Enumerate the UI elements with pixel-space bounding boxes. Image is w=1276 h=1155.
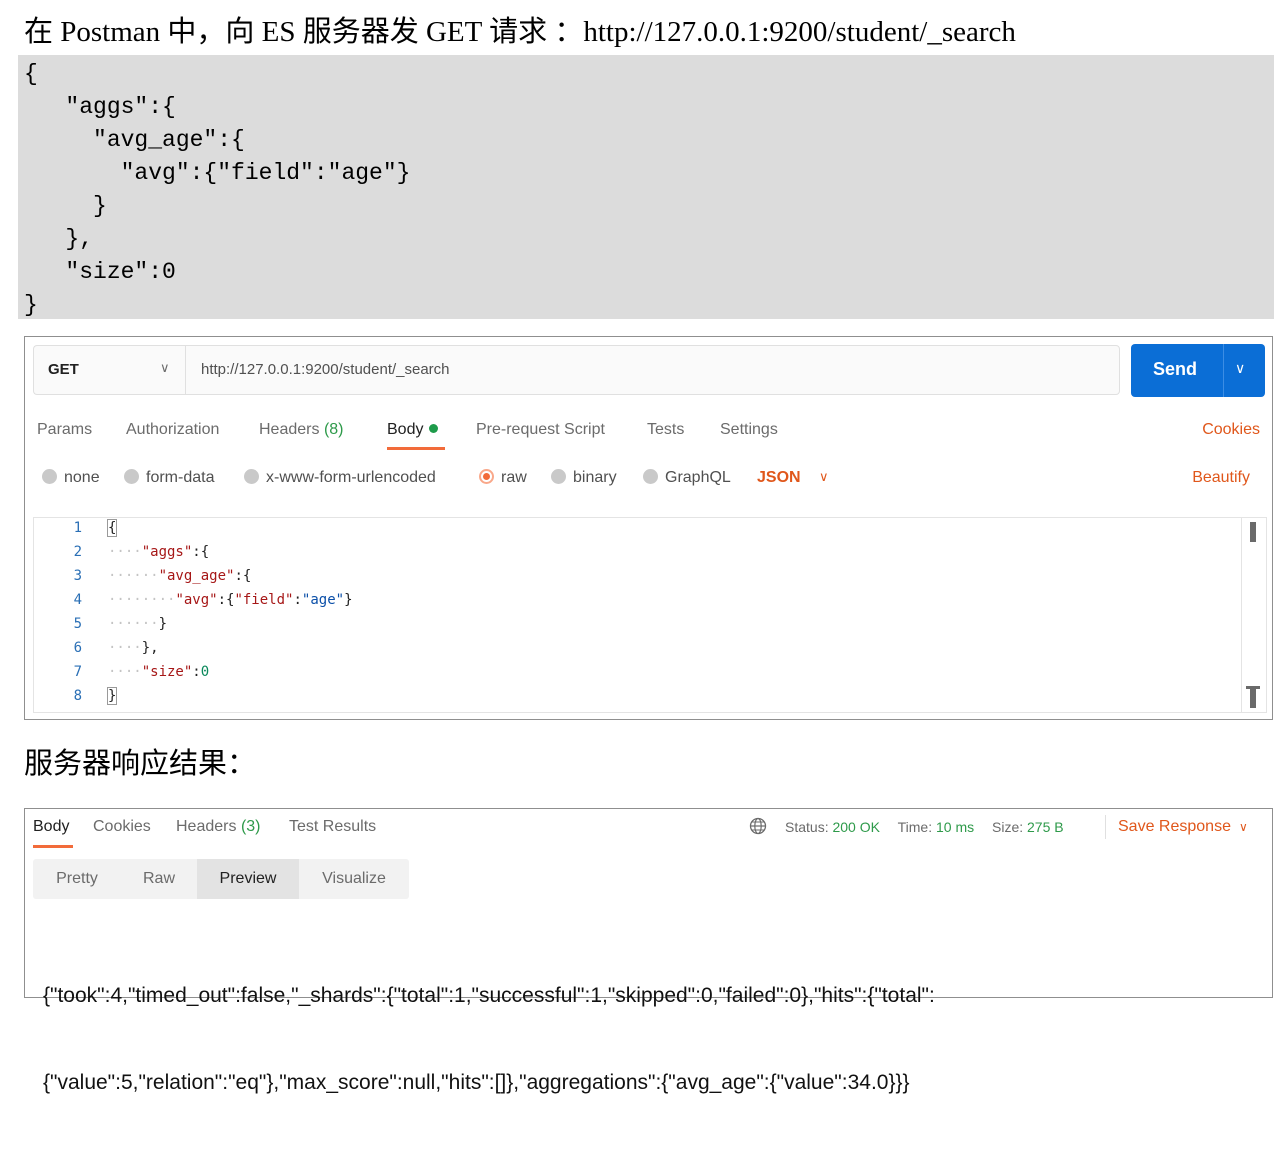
radio-dot-icon <box>244 469 259 484</box>
response-body: {"took":4,"timed_out":false,"_shards":{"… <box>43 923 1253 1155</box>
time-value[interactable]: 10 ms <box>936 819 974 835</box>
code-line: }, <box>24 226 94 252</box>
size-value[interactable]: 275 B <box>1027 819 1064 835</box>
code-line: "avg":{"field":"age"} <box>24 160 411 186</box>
code-line: { <box>24 61 38 87</box>
send-label: Send <box>1153 359 1198 379</box>
cookies-link[interactable]: Cookies <box>1202 421 1260 439</box>
editor-line: 2 ····"aggs":{ <box>34 544 1254 568</box>
line-number: 8 <box>73 688 82 704</box>
tab-headers[interactable]: Headers (8) <box>259 421 344 439</box>
editor-line: 4 ········"avg":{"field":"age"} <box>34 592 1254 616</box>
radio-dot-icon <box>643 469 658 484</box>
url-input[interactable]: http://127.0.0.1:9200/student/_search <box>185 345 1120 395</box>
method-select[interactable]: GET ∨ <box>33 345 185 395</box>
line-number: 6 <box>73 640 82 656</box>
line-number: 1 <box>73 520 82 536</box>
tab-params[interactable]: Params <box>37 421 92 439</box>
chevron-down-icon: ∨ <box>160 360 170 375</box>
line-number: 2 <box>73 544 82 560</box>
code-line: "avg_age":{ <box>24 127 245 153</box>
response-heading: 服务器响应结果： <box>24 748 257 780</box>
method-value: GET <box>48 361 79 378</box>
headers-count: (8) <box>323 421 344 438</box>
status-label: Status: <box>785 819 829 835</box>
code-line: } <box>24 292 38 318</box>
scrollbar-thumb[interactable] <box>1250 522 1256 542</box>
save-response-button[interactable]: Save Response ∨ <box>1118 818 1248 836</box>
radio-raw[interactable]: raw <box>479 469 527 487</box>
radio-dot-icon <box>42 469 57 484</box>
line-number: 5 <box>73 616 82 632</box>
view-raw-button[interactable]: Raw <box>121 859 197 899</box>
editor-line: 3 ······"avg_age":{ <box>34 568 1254 592</box>
line-number: 7 <box>73 664 82 680</box>
code-line: } <box>24 193 107 219</box>
language-select[interactable]: JSON <box>757 469 801 487</box>
response-body-line: {"value":5,"relation":"eq"},"max_score":… <box>43 1071 910 1094</box>
response-tab-test-results[interactable]: Test Results <box>289 818 376 836</box>
response-tab-headers[interactable]: Headers (3) <box>176 818 261 836</box>
tab-body[interactable]: Body <box>387 421 439 439</box>
view-preview-button[interactable]: Preview <box>197 859 299 899</box>
chevron-down-icon: ∨ <box>1238 820 1248 834</box>
tab-pre-request-script[interactable]: Pre-request Script <box>476 421 605 439</box>
tab-authorization[interactable]: Authorization <box>126 421 219 439</box>
intro-text: 在 Postman 中，向 ES 服务器发 GET 请求 ：http://127… <box>24 16 1016 48</box>
request-panel: GET ∨ http://127.0.0.1:9200/student/_sea… <box>24 336 1273 720</box>
editor-line: 6 ····}, <box>34 640 1254 664</box>
tab-settings[interactable]: Settings <box>720 421 778 439</box>
modified-dot-icon <box>429 424 439 433</box>
send-divider <box>1223 344 1224 397</box>
active-tab-indicator <box>387 447 445 450</box>
request-tabs: Params Authorization Headers (8) Body Pr… <box>25 413 1270 453</box>
line-number: 4 <box>73 592 82 608</box>
time-label: Time: <box>897 819 933 835</box>
active-tab-indicator <box>33 845 73 848</box>
code-block: { "aggs":{ "avg_age":{ "avg":{"field":"a… <box>18 55 1274 319</box>
globe-icon[interactable] <box>749 817 767 835</box>
radio-form-data[interactable]: form-data <box>124 469 214 487</box>
editor-line: 8 } <box>34 687 1254 712</box>
view-pretty-button[interactable]: Pretty <box>33 859 121 899</box>
response-meta: Status: 200 OK Time: 10 ms Size: 275 B <box>785 819 1064 835</box>
divider <box>1105 815 1106 839</box>
code-line: "size":0 <box>24 259 176 285</box>
radio-dot-icon <box>124 469 139 484</box>
chevron-down-icon[interactable]: ∨ <box>819 469 829 485</box>
url-value: http://127.0.0.1:9200/student/_search <box>201 361 450 378</box>
response-panel: Body Cookies Headers (3) Test Results St… <box>24 808 1273 1094</box>
editor-scrollbar[interactable] <box>1241 518 1266 712</box>
radio-dot-icon <box>551 469 566 484</box>
radio-selected-icon <box>479 469 494 484</box>
chevron-down-icon[interactable]: ∨ <box>1235 360 1245 377</box>
radio-binary[interactable]: binary <box>551 469 617 487</box>
line-number: 3 <box>73 568 82 584</box>
body-editor[interactable]: 1 { 2 ····"aggs":{ 3 ······"avg_age":{ 4… <box>33 517 1267 713</box>
radio-x-www-form-urlencoded[interactable]: x-www-form-urlencoded <box>244 469 436 487</box>
editor-line: 5 ······} <box>34 616 1254 640</box>
editor-line: 1 { <box>34 519 1254 544</box>
view-mode-group: Pretty Raw Preview Visualize <box>33 859 409 899</box>
code-line: "aggs":{ <box>24 94 176 120</box>
radio-graphql[interactable]: GraphQL <box>643 469 731 487</box>
editor-line: 7 ····"size":0 <box>34 664 1254 688</box>
response-tab-cookies[interactable]: Cookies <box>93 818 151 836</box>
scrollbar-end-marker <box>1246 686 1260 708</box>
response-tab-body[interactable]: Body <box>33 818 69 836</box>
status-value[interactable]: 200 OK <box>832 819 879 835</box>
view-visualize-button[interactable]: Visualize <box>299 859 409 899</box>
radio-none[interactable]: none <box>42 469 100 487</box>
size-label: Size: <box>992 819 1024 835</box>
beautify-link[interactable]: Beautify <box>1192 469 1250 487</box>
send-button[interactable]: Send ∨ <box>1131 344 1265 397</box>
headers-count: (3) <box>240 818 261 835</box>
body-type-selector: none form-data x-www-form-urlencoded raw… <box>25 465 1270 495</box>
tab-tests[interactable]: Tests <box>647 421 684 439</box>
